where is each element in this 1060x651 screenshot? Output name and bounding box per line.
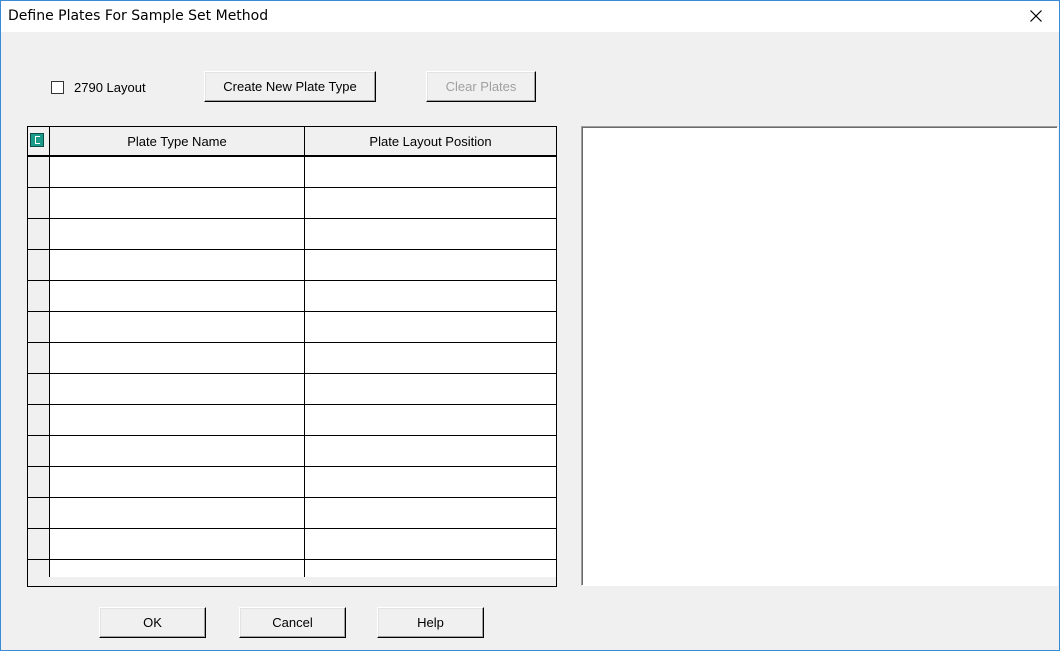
plate-type-name-cell[interactable] xyxy=(50,405,305,435)
plate-type-name-cell[interactable] xyxy=(50,374,305,404)
plate-type-name-cell[interactable] xyxy=(50,529,305,559)
plate-type-name-cell[interactable] xyxy=(50,250,305,280)
table-row xyxy=(28,560,556,577)
plate-layout-position-cell[interactable] xyxy=(305,312,556,342)
plate-type-name-cell[interactable] xyxy=(50,498,305,528)
plate-type-name-cell[interactable] xyxy=(50,157,305,187)
plate-type-name-cell[interactable] xyxy=(50,281,305,311)
close-button[interactable] xyxy=(1013,1,1059,32)
title-bar: Define Plates For Sample Set Method xyxy=(1,1,1059,32)
table-row xyxy=(28,188,556,219)
table-row xyxy=(28,405,556,436)
close-icon xyxy=(1030,10,1042,22)
table-row xyxy=(28,374,556,405)
plate-layout-position-cell[interactable] xyxy=(305,405,556,435)
row-header[interactable] xyxy=(28,281,50,311)
row-header[interactable] xyxy=(28,312,50,342)
define-plates-dialog: Define Plates For Sample Set Method 2790… xyxy=(0,0,1060,651)
column-header-plate-layout-position[interactable]: Plate Layout Position xyxy=(305,127,556,155)
plate-layout-position-cell[interactable] xyxy=(305,560,556,577)
grid-corner[interactable] xyxy=(28,127,50,155)
table-row xyxy=(28,219,556,250)
plate-layout-position-cell[interactable] xyxy=(305,436,556,466)
plate-type-name-cell[interactable] xyxy=(50,312,305,342)
row-header[interactable] xyxy=(28,436,50,466)
plate-layout-position-cell[interactable] xyxy=(305,281,556,311)
row-header[interactable] xyxy=(28,157,50,187)
plate-type-name-cell[interactable] xyxy=(50,436,305,466)
plate-layout-position-cell[interactable] xyxy=(305,188,556,218)
help-button[interactable]: Help xyxy=(377,607,484,638)
row-header[interactable] xyxy=(28,498,50,528)
layout-2790-checkbox[interactable] xyxy=(51,80,64,94)
column-header-plate-type-name[interactable]: Plate Type Name xyxy=(50,127,305,155)
table-row xyxy=(28,498,556,529)
row-header[interactable] xyxy=(28,374,50,404)
plate-layout-position-cell[interactable] xyxy=(305,529,556,559)
plate-layout-position-cell[interactable] xyxy=(305,157,556,187)
clear-plates-button[interactable]: Clear Plates xyxy=(426,71,536,102)
row-header[interactable] xyxy=(28,188,50,218)
plate-type-name-cell[interactable] xyxy=(50,343,305,373)
row-header[interactable] xyxy=(28,560,50,577)
table-row xyxy=(28,467,556,498)
table-row xyxy=(28,281,556,312)
table-row xyxy=(28,343,556,374)
plate-type-name-cell[interactable] xyxy=(50,188,305,218)
table-row xyxy=(28,529,556,560)
table-row xyxy=(28,436,556,467)
row-header[interactable] xyxy=(28,343,50,373)
plate-type-name-cell[interactable] xyxy=(50,467,305,497)
create-new-plate-type-button[interactable]: Create New Plate Type xyxy=(204,71,376,102)
plate-layout-position-cell[interactable] xyxy=(305,467,556,497)
layout-2790-label: 2790 Layout xyxy=(74,79,146,95)
plate-layout-position-cell[interactable] xyxy=(305,219,556,249)
grid-header: Plate Type Name Plate Layout Position xyxy=(28,127,556,157)
plate-layout-preview xyxy=(581,126,1058,586)
table-row xyxy=(28,312,556,343)
plates-grid: Plate Type Name Plate Layout Position xyxy=(27,126,557,587)
table-row xyxy=(28,157,556,188)
plate-type-name-cell[interactable] xyxy=(50,560,305,577)
ok-button[interactable]: OK xyxy=(99,607,206,638)
grid-select-all-icon xyxy=(30,133,44,147)
cancel-button[interactable]: Cancel xyxy=(239,607,346,638)
plate-type-name-cell[interactable] xyxy=(50,219,305,249)
plate-layout-position-cell[interactable] xyxy=(305,498,556,528)
row-header[interactable] xyxy=(28,467,50,497)
table-row xyxy=(28,250,556,281)
row-header[interactable] xyxy=(28,405,50,435)
grid-body xyxy=(28,157,556,577)
plate-layout-position-cell[interactable] xyxy=(305,374,556,404)
plate-layout-position-cell[interactable] xyxy=(305,343,556,373)
row-header[interactable] xyxy=(28,250,50,280)
layout-2790-option[interactable]: 2790 Layout xyxy=(51,79,146,95)
plate-layout-position-cell[interactable] xyxy=(305,250,556,280)
window-title: Define Plates For Sample Set Method xyxy=(8,8,269,24)
row-header[interactable] xyxy=(28,219,50,249)
row-header[interactable] xyxy=(28,529,50,559)
